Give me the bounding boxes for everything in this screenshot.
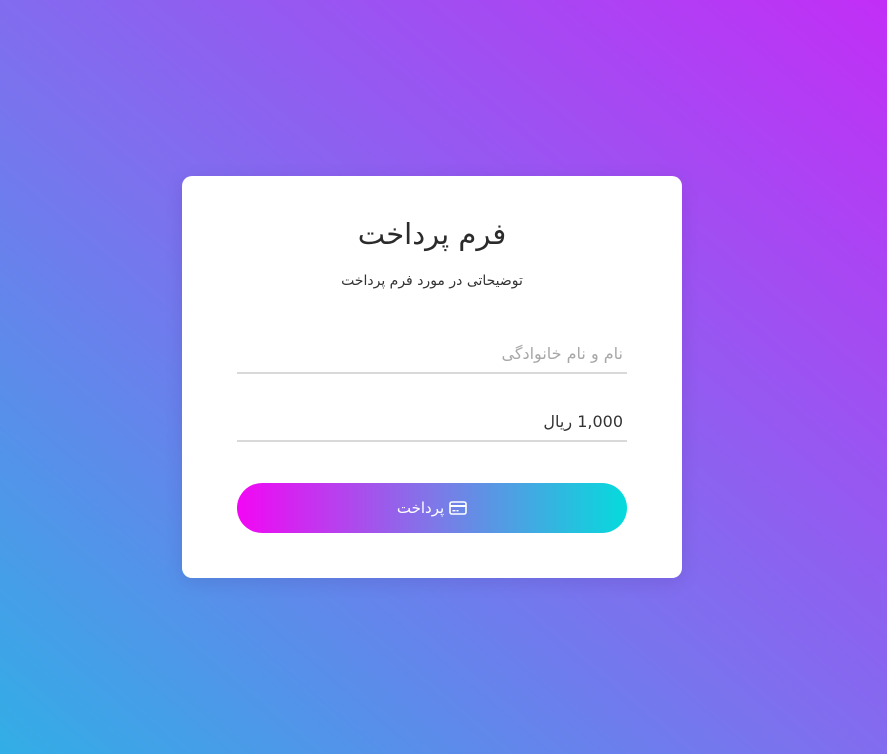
- full-name-input[interactable]: [237, 334, 627, 372]
- payment-form-card: فرم پرداخت توضیحاتی در مورد فرم پرداخت پ…: [182, 176, 682, 578]
- name-field-wrapper: [237, 334, 627, 374]
- pay-button[interactable]: پرداخت: [237, 483, 627, 533]
- form-subtitle: توضیحاتی در مورد فرم پرداخت: [341, 273, 523, 289]
- amount-field-wrapper: [237, 402, 627, 442]
- form-title: فرم پرداخت: [357, 217, 507, 251]
- credit-card-icon: [449, 501, 467, 515]
- amount-input[interactable]: [237, 402, 627, 440]
- pay-button-label: پرداخت: [396, 499, 445, 517]
